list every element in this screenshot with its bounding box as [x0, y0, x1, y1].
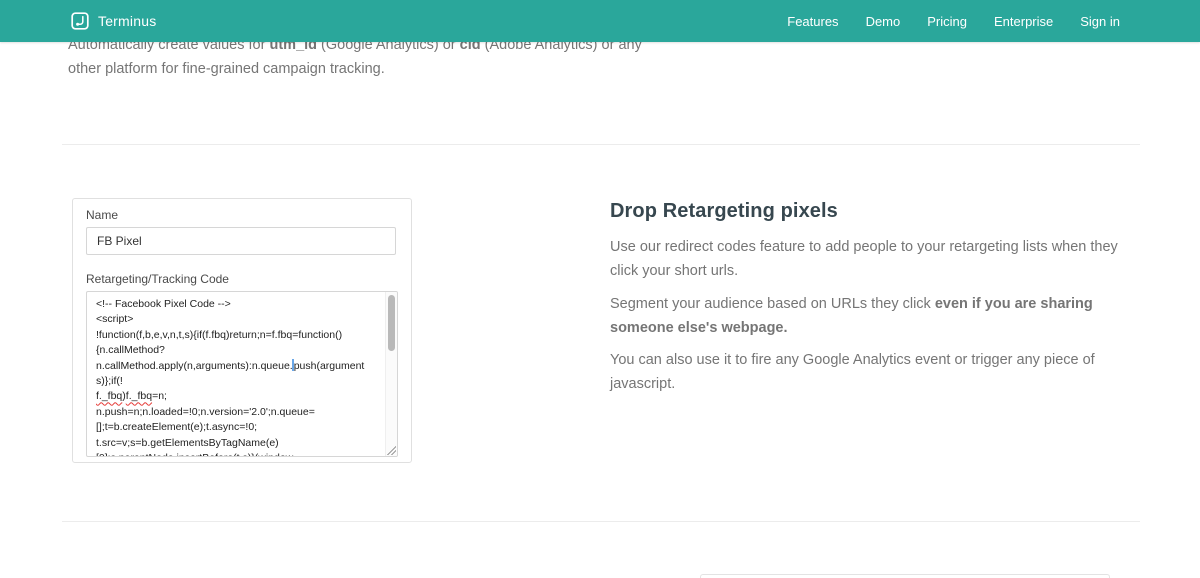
retargeting-paragraph-2: Segment your audience based on URLs they…: [610, 293, 1170, 340]
tracking-code-textarea[interactable]: <!-- Facebook Pixel Code --><script>!fun…: [86, 291, 398, 457]
terminus-logo-icon: [71, 12, 89, 30]
nav-item-pricing[interactable]: Pricing: [927, 14, 967, 29]
tracking-code-label: Retargeting/Tracking Code: [86, 272, 229, 286]
top-nav-bar: Terminus Features Demo Pricing Enterpris…: [0, 0, 1200, 42]
pixel-name-input[interactable]: [86, 227, 396, 255]
section-divider: [62, 521, 1140, 522]
section-title: Drop Retargeting pixels: [610, 200, 838, 223]
section-divider: [62, 144, 1140, 145]
nav-item-features[interactable]: Features: [787, 14, 838, 29]
code-scrollbar-thumb[interactable]: [388, 295, 395, 351]
retargeting-paragraph-1: Use our redirect codes feature to add pe…: [610, 236, 1170, 283]
nav-item-demo[interactable]: Demo: [866, 14, 901, 29]
code-scrollbar-track[interactable]: [385, 292, 397, 456]
text-caret: [292, 359, 294, 371]
textarea-resize-handle[interactable]: [386, 445, 396, 455]
brand-name: Terminus: [98, 13, 156, 29]
main-nav: Features Demo Pricing Enterprise Sign in: [787, 0, 1120, 42]
page: Terminus Features Demo Pricing Enterpris…: [0, 0, 1200, 578]
next-section-card-peek: [700, 574, 1110, 578]
retargeting-paragraph-3: You can also use it to fire any Google A…: [610, 349, 1170, 396]
name-field-label: Name: [86, 208, 118, 222]
nav-item-sign-in[interactable]: Sign in: [1080, 14, 1120, 29]
paragraph-text: Segment your audience based on URLs they…: [610, 296, 935, 312]
nav-item-enterprise[interactable]: Enterprise: [994, 14, 1053, 29]
brand-link[interactable]: Terminus: [71, 0, 156, 42]
tracking-code-content: <!-- Facebook Pixel Code --><script>!fun…: [87, 292, 383, 457]
pixel-form-card: Name Retargeting/Tracking Code <!-- Face…: [72, 198, 412, 463]
